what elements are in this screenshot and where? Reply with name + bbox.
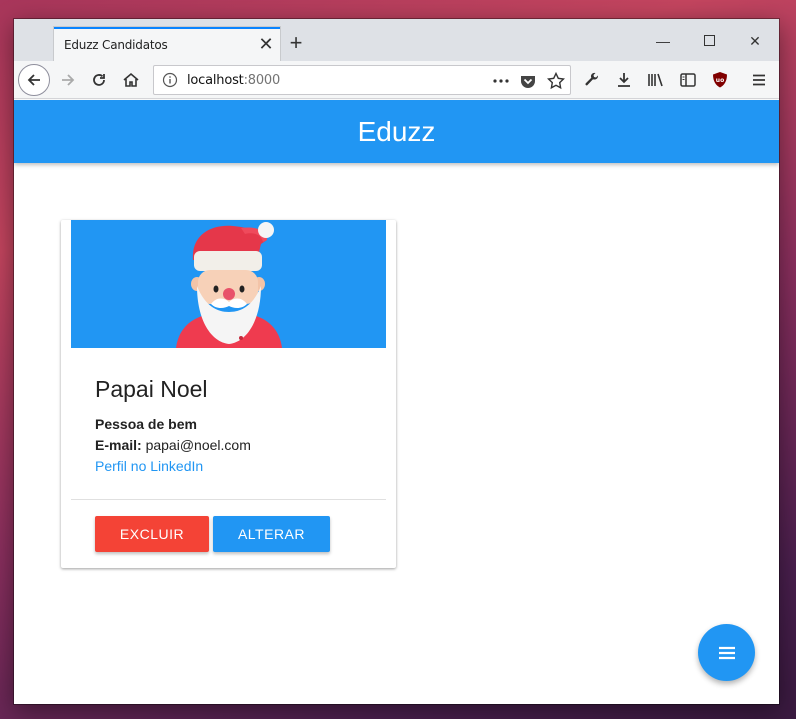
home-icon[interactable] (117, 66, 145, 94)
card-divider (71, 499, 386, 500)
url-bar[interactable]: localhost:8000 (153, 65, 571, 95)
fab-menu-button[interactable] (698, 624, 755, 681)
svg-text:uo: uo (716, 77, 724, 84)
close-window-icon[interactable]: ✕ (743, 31, 767, 51)
url-host: localhost (187, 73, 244, 88)
santa-claus-avatar (71, 220, 386, 348)
candidate-card: Papai Noel Pessoa de bem E-mail: papai@n… (61, 220, 396, 568)
delete-button[interactable]: EXCLUIR (95, 516, 209, 552)
candidate-subtitle: Pessoa de bem (95, 416, 197, 432)
info-icon[interactable] (162, 72, 178, 88)
candidate-email-row: E-mail: papai@noel.com (95, 437, 251, 453)
menu-icon (718, 646, 735, 659)
url-text[interactable]: localhost:8000 (187, 73, 280, 88)
back-arrow-icon[interactable] (18, 64, 50, 96)
download-icon[interactable] (610, 66, 638, 94)
page-content: Eduzz Papai Noel Pessoa de bem E-mail: p… (14, 100, 779, 704)
reload-icon[interactable] (85, 66, 113, 94)
navigation-bar: localhost:8000 uo (14, 61, 779, 99)
app-title: Eduzz (357, 115, 436, 147)
maximize-icon[interactable] (697, 31, 721, 51)
candidate-name: Papai Noel (95, 376, 208, 402)
edit-button[interactable]: ALTERAR (213, 516, 330, 552)
new-tab-icon[interactable]: + (284, 32, 308, 56)
candidate-email: papai@noel.com (145, 437, 251, 453)
close-tab-icon[interactable]: ✕ (256, 34, 276, 54)
browser-window: Eduzz Candidatos ✕ + — ✕ localhost:8000 (14, 19, 779, 704)
tab-strip: Eduzz Candidatos ✕ + — ✕ (14, 19, 779, 61)
forward-arrow-icon[interactable] (54, 66, 82, 94)
hamburger-icon[interactable] (745, 66, 773, 94)
tab-title: Eduzz Candidatos (64, 38, 168, 52)
email-label: E-mail: (95, 437, 142, 453)
minimize-icon[interactable]: — (651, 31, 675, 51)
app-bar: Eduzz (14, 100, 779, 163)
star-icon[interactable] (545, 70, 567, 92)
linkedin-link[interactable]: Perfil no LinkedIn (95, 458, 203, 474)
ublock-icon[interactable]: uo (706, 66, 734, 94)
browser-tab[interactable]: Eduzz Candidatos ✕ (54, 27, 280, 61)
wrench-icon[interactable] (578, 66, 606, 94)
url-port: :8000 (243, 73, 281, 88)
more-dots-icon[interactable] (490, 70, 512, 92)
library-icon[interactable] (642, 66, 670, 94)
sidebar-icon[interactable] (674, 66, 702, 94)
pocket-icon[interactable] (517, 70, 539, 92)
